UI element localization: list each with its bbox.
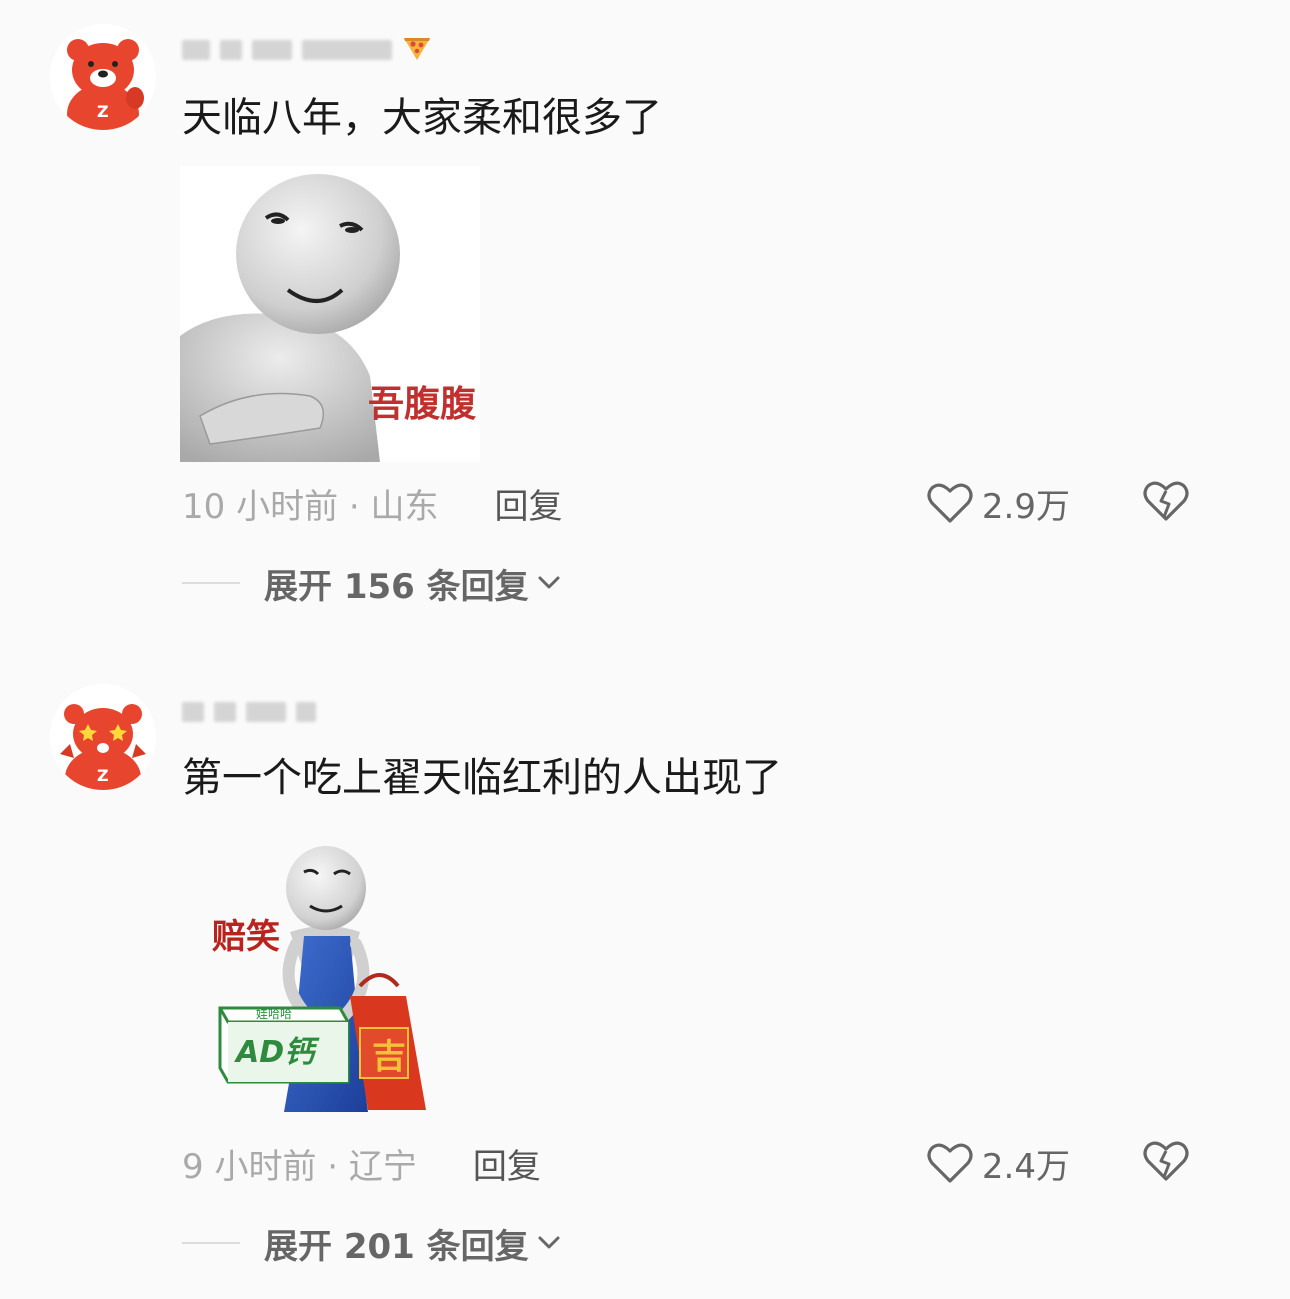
- like-count: 2.4万: [981, 1146, 1070, 1187]
- reply-button[interactable]: 回复: [473, 1139, 541, 1188]
- like-button[interactable]: 2.9万: [926, 479, 1070, 528]
- expand-replies-button[interactable]: 展开 156 条回复: [182, 558, 561, 608]
- divider: [182, 1242, 240, 1244]
- dislike-button[interactable]: [1142, 479, 1190, 527]
- svg-text:吉: 吉: [372, 1037, 406, 1077]
- heart-outline-icon: [927, 1143, 973, 1183]
- blurred-name-segment: [220, 40, 242, 60]
- pizza-icon: [402, 34, 432, 66]
- username[interactable]: [182, 36, 432, 64]
- expand-replies-label: 展开 156 条回复: [264, 566, 529, 607]
- svg-text:娃哈哈: 娃哈哈: [256, 1007, 292, 1021]
- ad-calcium-box: AD钙 娃哈哈: [218, 1006, 350, 1084]
- avatar[interactable]: Z: [50, 24, 156, 130]
- expand-replies-label: 展开 201 条回复: [264, 1226, 529, 1267]
- heart-outline-icon: [927, 483, 973, 523]
- comment-meta: 9 小时前 · 辽宁 回复 2.4万: [182, 1138, 1240, 1188]
- blurred-name-segment: [252, 40, 292, 60]
- comment-list: Z 天临八年，大家柔和很多了 吾腹腹 10 小时前 · 山东 回复 2.9万 展…: [0, 0, 1290, 1299]
- comment-text: 天临八年，大家柔和很多了: [182, 95, 662, 141]
- svg-text:Z: Z: [97, 102, 109, 121]
- bear-avatar-icon: Z: [50, 684, 156, 790]
- blurred-name-segment: [182, 702, 204, 722]
- chevron-down-icon: [538, 1236, 560, 1249]
- time-location: 10 小时前 · 山东: [182, 486, 439, 527]
- divider: [182, 582, 240, 584]
- sticker-image[interactable]: 吾腹腹: [180, 166, 480, 462]
- broken-heart-icon: [1143, 481, 1189, 521]
- broken-heart-icon: [1143, 1141, 1189, 1181]
- like-count: 2.9万: [981, 486, 1070, 527]
- bear-avatar-icon: Z: [50, 24, 156, 130]
- reply-button[interactable]: 回复: [495, 479, 563, 528]
- avatar[interactable]: Z: [50, 684, 156, 790]
- chevron-down-icon: [538, 576, 560, 589]
- expand-replies-button[interactable]: 展开 201 条回复: [182, 1218, 561, 1268]
- blurred-name-segment: [246, 702, 286, 722]
- sticker-caption: 赔笑: [212, 917, 280, 957]
- svg-text:AD钙: AD钙: [234, 1035, 320, 1070]
- sticker-caption: 吾腹腹: [368, 384, 477, 425]
- blurred-name-segment: [182, 40, 210, 60]
- blurred-name-segment: [296, 702, 316, 722]
- blurred-name-segment: [302, 40, 392, 60]
- username[interactable]: [182, 698, 316, 726]
- like-button[interactable]: 2.4万: [926, 1139, 1070, 1188]
- time-location: 9 小时前 · 辽宁: [182, 1146, 417, 1187]
- svg-text:Z: Z: [97, 766, 109, 785]
- comment-meta: 10 小时前 · 山东 回复 2.9万: [182, 478, 1240, 528]
- comment-text: 第一个吃上翟天临红利的人出现了: [182, 755, 782, 801]
- blurred-name-segment: [214, 702, 236, 722]
- sticker-image[interactable]: 赔笑 AD钙 娃哈哈 吉: [200, 836, 460, 1122]
- dislike-button[interactable]: [1142, 1139, 1190, 1187]
